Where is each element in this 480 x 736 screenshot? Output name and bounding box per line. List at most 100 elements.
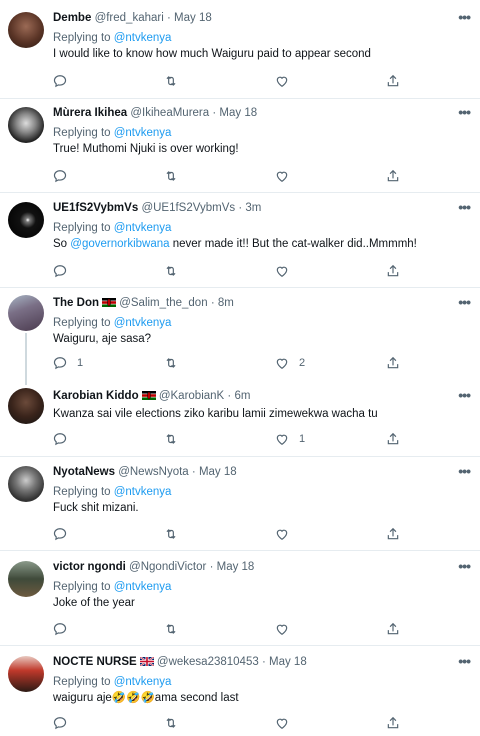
retweet-button[interactable] [164, 620, 178, 638]
handle[interactable]: @KarobianK [159, 390, 224, 402]
share-button[interactable] [386, 262, 400, 280]
more-icon[interactable]: ••• [458, 10, 471, 24]
replying-to-link[interactable]: @ntvkenya [114, 486, 172, 498]
display-name[interactable]: NyotaNews [53, 466, 115, 478]
more-icon[interactable]: ••• [458, 388, 471, 402]
replying-prefix: Replying to [53, 222, 114, 234]
reply-button[interactable]: 1 [53, 354, 83, 372]
tweet-text: Waiguru, aje sasa? [53, 333, 152, 345]
tweet[interactable]: NyotaNews @NewsNyota · May 18 ••• Replyi… [0, 464, 480, 550]
display-name[interactable]: Mùrera Ikihea [53, 107, 127, 119]
retweet-button[interactable] [164, 430, 178, 448]
tweet[interactable]: victor ngondi @NgondiVictor · May 18 •••… [0, 559, 480, 645]
tweet[interactable]: The Don @Salim_the_don · 8m ••• Replying… [0, 295, 480, 375]
tweet-text: Kwanza sai vile elections ziko karibu la… [53, 408, 378, 420]
more-icon[interactable]: ••• [458, 559, 471, 573]
like-button[interactable] [275, 262, 299, 280]
avatar[interactable] [8, 656, 44, 692]
tweet[interactable]: UE1fS2VybmVs @UE1fS2VybmVs · 3m ••• Repl… [0, 200, 480, 288]
display-name[interactable]: UE1fS2VybmVs [53, 202, 138, 214]
display-name[interactable]: Dembe [53, 12, 91, 24]
timestamp[interactable]: May 18 [269, 656, 307, 668]
display-name[interactable]: NOCTE NURSE [53, 656, 137, 668]
tweet[interactable]: NOCTE NURSE @wekesa23810453 · May 18 •••… [0, 654, 480, 736]
replying-to: Replying to @ntvkenya [53, 315, 171, 331]
handle[interactable]: @NgondiVictor [129, 561, 206, 573]
tweet[interactable]: Dembe @fred_kahari · May 18 ••• Replying… [0, 10, 480, 98]
action-bar [53, 167, 473, 185]
replying-to-link[interactable]: @ntvkenya [114, 676, 172, 688]
handle[interactable]: @NewsNyota [118, 466, 188, 478]
tweet[interactable]: Mùrera Ikihea @IkiheaMurera · May 18 •••… [0, 105, 480, 193]
share-button[interactable] [386, 430, 400, 448]
replying-to-link[interactable]: @ntvkenya [114, 222, 172, 234]
replying-to: Replying to @ntvkenya [53, 30, 171, 46]
replying-to-link[interactable]: @ntvkenya [114, 317, 172, 329]
share-button[interactable] [386, 72, 400, 90]
more-icon[interactable]: ••• [458, 200, 471, 214]
share-button[interactable] [386, 167, 400, 185]
like-button[interactable] [275, 167, 299, 185]
replying-to-link[interactable]: @ntvkenya [114, 127, 172, 139]
more-icon[interactable]: ••• [458, 464, 471, 478]
tweet-text: I would like to know how much Waiguru pa… [53, 48, 371, 60]
reply-button[interactable] [53, 430, 77, 448]
reply-button[interactable] [53, 262, 77, 280]
timestamp[interactable]: 3m [245, 202, 261, 214]
reply-button[interactable] [53, 72, 77, 90]
display-name[interactable]: victor ngondi [53, 561, 126, 573]
handle[interactable]: @Salim_the_don [119, 297, 207, 309]
tweet-header: victor ngondi @NgondiVictor · May 18 [53, 559, 254, 575]
retweet-button[interactable] [164, 525, 178, 543]
retweet-button[interactable] [164, 167, 178, 185]
share-button[interactable] [386, 620, 400, 638]
like-button[interactable] [275, 714, 299, 732]
separator: · [166, 12, 171, 24]
avatar[interactable] [8, 388, 44, 424]
share-button[interactable] [386, 714, 400, 732]
avatar[interactable] [8, 561, 44, 597]
timestamp[interactable]: May 18 [217, 561, 255, 573]
retweet-button[interactable] [164, 72, 178, 90]
like-icon [276, 718, 288, 729]
more-icon[interactable]: ••• [458, 295, 471, 309]
handle[interactable]: @fred_kahari [95, 12, 164, 24]
display-name[interactable]: The Don [53, 297, 99, 309]
timestamp[interactable]: 8m [218, 297, 234, 309]
handle[interactable]: @wekesa23810453 [157, 656, 259, 668]
like-button[interactable]: 1 [275, 430, 305, 448]
replying-to-link[interactable]: @ntvkenya [114, 32, 172, 44]
display-name[interactable]: Karobian Kiddo [53, 390, 139, 402]
avatar[interactable] [8, 202, 44, 238]
retweet-button[interactable] [164, 354, 178, 372]
like-button[interactable]: 2 [275, 354, 305, 372]
avatar[interactable] [8, 466, 44, 502]
timestamp[interactable]: May 18 [219, 107, 257, 119]
timestamp[interactable]: 6m [234, 390, 250, 402]
avatar[interactable] [8, 295, 44, 331]
replying-prefix: Replying to [53, 32, 114, 44]
timestamp[interactable]: May 18 [199, 466, 237, 478]
timestamp[interactable]: May 18 [174, 12, 212, 24]
like-button[interactable] [275, 72, 299, 90]
share-button[interactable] [386, 525, 400, 543]
tweet[interactable]: Karobian Kiddo @KarobianK · 6m ••• Kwanz… [0, 388, 480, 452]
reply-button[interactable] [53, 620, 77, 638]
avatar[interactable] [8, 12, 44, 48]
divider [0, 287, 480, 288]
reply-button[interactable] [53, 167, 77, 185]
replying-to-link[interactable]: @ntvkenya [114, 581, 172, 593]
share-button[interactable] [386, 354, 400, 372]
more-icon[interactable]: ••• [458, 105, 471, 119]
retweet-button[interactable] [164, 262, 178, 280]
handle[interactable]: @IkiheaMurera [130, 107, 209, 119]
mention-link[interactable]: @governorkibwana [70, 238, 169, 250]
retweet-button[interactable] [164, 714, 178, 732]
like-button[interactable] [275, 620, 299, 638]
reply-button[interactable] [53, 714, 77, 732]
avatar[interactable] [8, 107, 44, 143]
more-icon[interactable]: ••• [458, 654, 471, 668]
like-button[interactable] [275, 525, 299, 543]
reply-button[interactable] [53, 525, 77, 543]
handle[interactable]: @UE1fS2VybmVs [141, 202, 235, 214]
